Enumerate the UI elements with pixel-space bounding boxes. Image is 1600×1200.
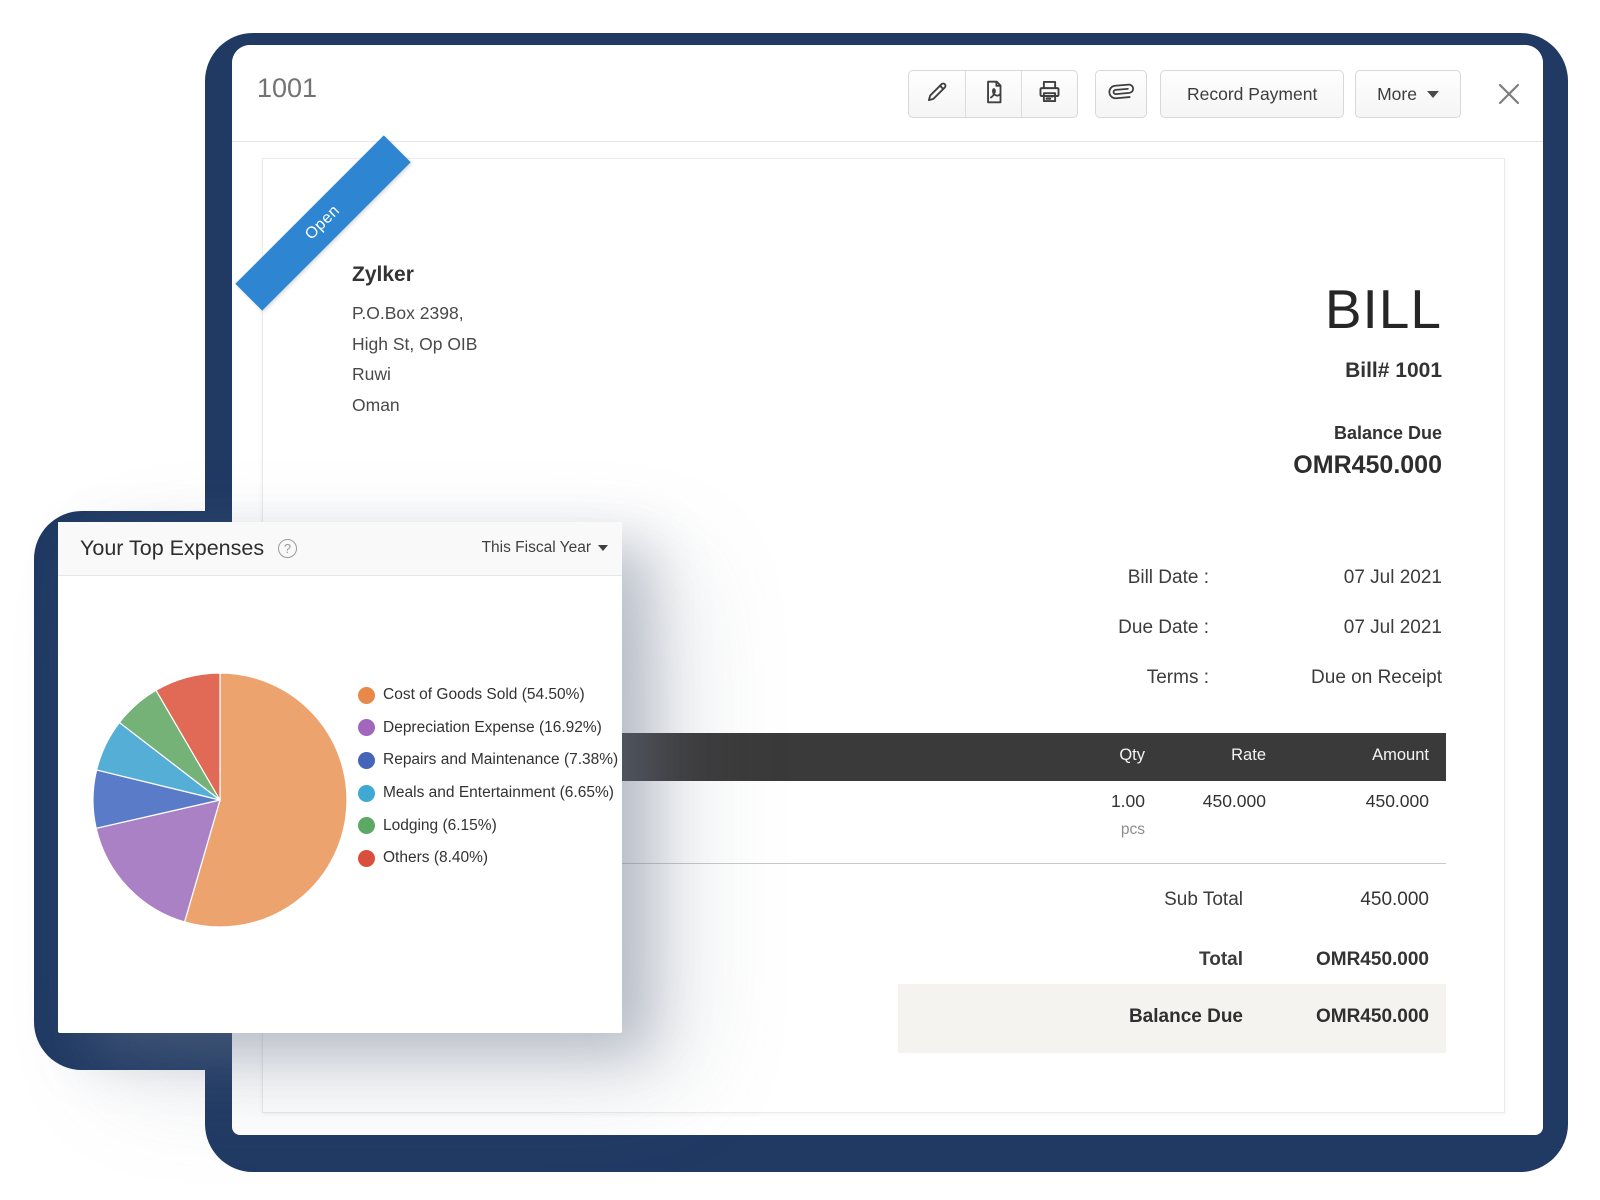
legend-label: Others (8.40%) [383, 849, 488, 867]
more-button[interactable]: More [1355, 70, 1461, 118]
balance-row-value: OMR450.000 [1316, 1006, 1429, 1028]
sub-total-label: Sub Total [1164, 889, 1243, 911]
vendor-name: Zylker [352, 263, 477, 287]
printer-icon [1036, 78, 1063, 110]
legend-item: Cost of Goods Sold (54.50%) [358, 679, 618, 712]
expenses-card-header: Your Top Expenses ? This Fiscal Year [58, 522, 622, 576]
balance-due-label: Balance Due [1334, 423, 1442, 444]
close-icon [1494, 79, 1524, 109]
address-line: P.O.Box 2398, [352, 298, 477, 329]
balance-row-label: Balance Due [1129, 1006, 1243, 1028]
due-date-value: 07 Jul 2021 [1344, 617, 1442, 639]
close-button[interactable] [1494, 79, 1524, 109]
legend-label: Repairs and Maintenance (7.38%) [383, 751, 618, 769]
pie-legend: Cost of Goods Sold (54.50%) Depreciation … [358, 679, 618, 875]
period-selector-label: This Fiscal Year [482, 539, 591, 557]
period-selector[interactable]: This Fiscal Year [482, 539, 608, 557]
legend-label: Meals and Entertainment (6.65%) [383, 784, 614, 802]
pdf-button[interactable] [965, 71, 1021, 117]
total-label: Total [1199, 949, 1243, 971]
legend-item: Others (8.40%) [358, 842, 618, 875]
legend-label: Cost of Goods Sold (54.50%) [383, 686, 585, 704]
chevron-down-icon [598, 545, 608, 551]
attachments-button[interactable] [1095, 70, 1147, 118]
legend-dot [358, 817, 375, 834]
record-payment-button[interactable]: Record Payment [1160, 70, 1344, 118]
pie-chart [90, 670, 350, 930]
page-title: 1001 [257, 73, 317, 104]
qty-column-header: Qty [1119, 746, 1145, 765]
status-ribbon-label: Open [302, 202, 344, 244]
item-unit: pcs [1121, 821, 1145, 839]
page: 1001 [0, 0, 1600, 1200]
legend-dot [358, 785, 375, 802]
edit-button[interactable] [909, 71, 965, 117]
legend-item: Depreciation Expense (16.92%) [358, 712, 618, 745]
print-button[interactable] [1021, 71, 1077, 117]
pdf-file-icon [981, 79, 1007, 110]
bill-date-label: Bill Date : [1128, 567, 1209, 589]
help-icon[interactable]: ? [278, 539, 297, 558]
bill-number: Bill# 1001 [1345, 359, 1442, 383]
terms-label: Terms : [1147, 667, 1209, 689]
legend-dot [358, 850, 375, 867]
sub-total-value: 450.000 [1360, 889, 1429, 911]
record-payment-label: Record Payment [1187, 84, 1317, 105]
vendor-address-block: Zylker P.O.Box 2398, High St, Op OIB Ruw… [352, 263, 477, 420]
rate-column-header: Rate [1231, 746, 1266, 765]
total-value: OMR450.000 [1316, 949, 1429, 971]
legend-dot [358, 687, 375, 704]
amount-column-header: Amount [1372, 746, 1429, 765]
window-header: 1001 [232, 45, 1543, 142]
terms-value: Due on Receipt [1311, 667, 1442, 689]
item-rate: 450.000 [1203, 791, 1266, 812]
pencil-icon [924, 79, 950, 110]
balance-due-row: Balance Due OMR450.000 [898, 984, 1446, 1053]
more-label: More [1377, 84, 1417, 105]
document-type-heading: BILL [1325, 277, 1442, 341]
legend-dot [358, 719, 375, 736]
balance-due-amount: OMR450.000 [1293, 451, 1442, 480]
legend-item: Meals and Entertainment (6.65%) [358, 777, 618, 810]
bill-date-value: 07 Jul 2021 [1344, 567, 1442, 589]
address-line: Oman [352, 390, 477, 421]
address-line: Ruwi [352, 359, 477, 390]
legend-label: Depreciation Expense (16.92%) [383, 719, 602, 737]
item-qty: 1.00 [1111, 791, 1145, 812]
item-amount: 450.000 [1366, 791, 1429, 812]
document-action-group [908, 70, 1078, 118]
address-line: High St, Op OIB [352, 329, 477, 360]
paperclip-icon [1109, 79, 1134, 109]
due-date-label: Due Date : [1118, 617, 1209, 639]
expenses-card-title: Your Top Expenses [80, 536, 264, 561]
legend-label: Lodging (6.15%) [383, 817, 497, 835]
top-expenses-card: Your Top Expenses ? This Fiscal Year Cos… [58, 522, 622, 1033]
legend-dot [358, 752, 375, 769]
legend-item: Lodging (6.15%) [358, 809, 618, 842]
legend-item: Repairs and Maintenance (7.38%) [358, 744, 618, 777]
chevron-down-icon [1427, 91, 1439, 98]
